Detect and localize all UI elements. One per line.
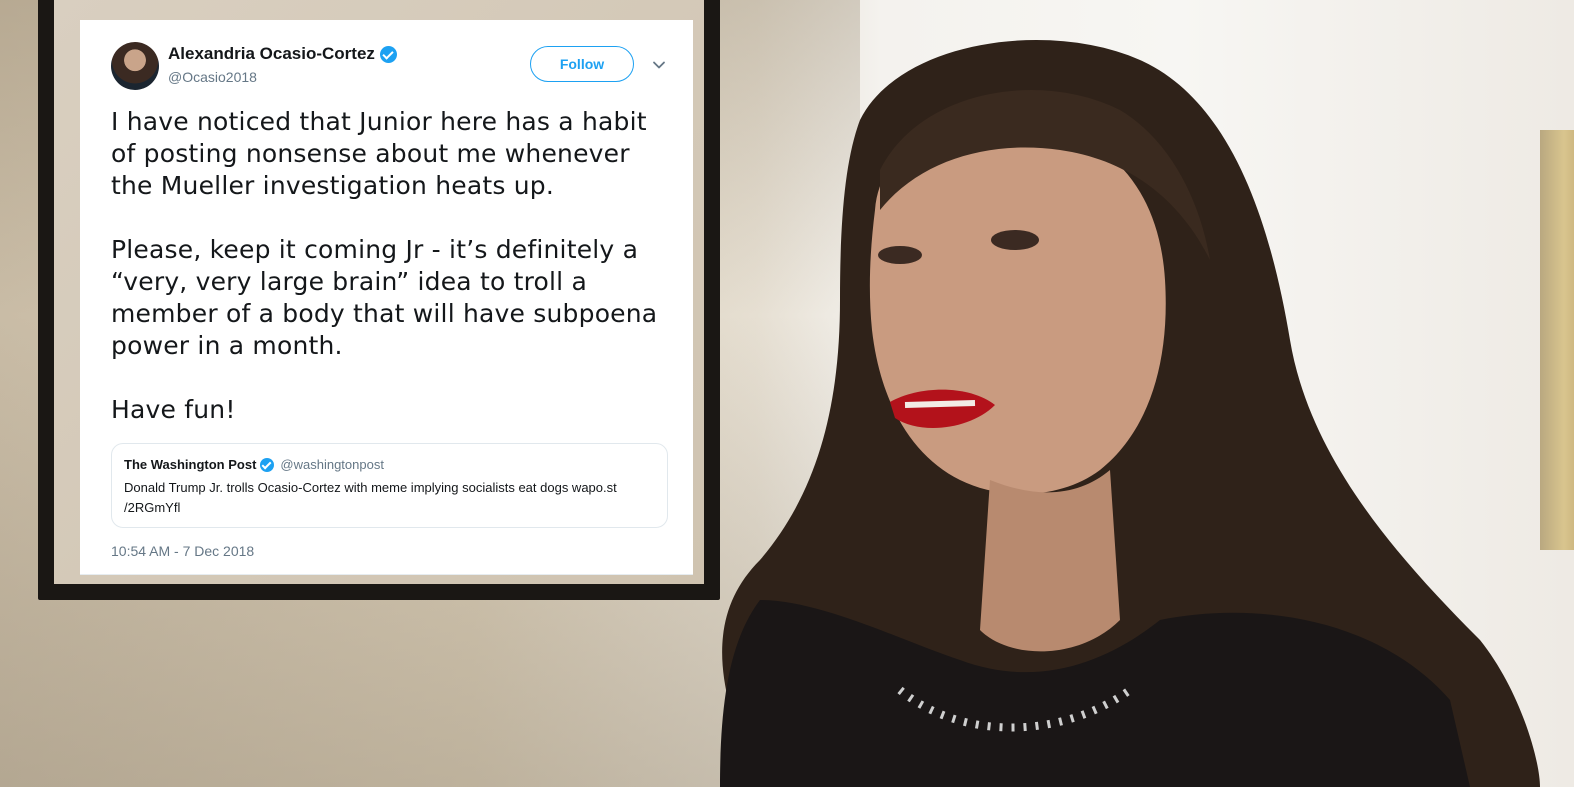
tweet-card: Alexandria Ocasio-Cortez @Ocasio2018 Fol… — [80, 20, 693, 575]
quoted-author-handle: @washingtonpost — [280, 457, 384, 472]
verified-badge-icon — [379, 45, 397, 63]
author-name-row[interactable]: Alexandria Ocasio-Cortez — [168, 44, 397, 64]
tweet-paragraph: I have noticed that Junior here has a ha… — [111, 107, 647, 200]
tweet-body: I have noticed that Junior here has a ha… — [111, 106, 676, 426]
follow-button[interactable]: Follow — [530, 46, 634, 82]
verified-badge-icon — [260, 457, 275, 472]
author-avatar[interactable] — [111, 42, 159, 90]
tweet-paragraph: Please, keep it coming Jr - it’s definit… — [111, 235, 658, 360]
tweet-timestamp[interactable]: 10:54 AM - 7 Dec 2018 — [111, 543, 254, 559]
divider — [80, 574, 693, 575]
author-display-name[interactable]: Alexandria Ocasio-Cortez — [168, 44, 375, 64]
author-handle[interactable]: @Ocasio2018 — [168, 69, 257, 85]
tweet-paragraph: Have fun! — [111, 395, 236, 424]
quoted-tweet[interactable]: The Washington Post @washingtonpost Dona… — [111, 443, 668, 528]
quoted-author-name: The Washington Post — [124, 457, 257, 472]
quoted-tweet-header: The Washington Post @washingtonpost — [124, 457, 655, 472]
chevron-down-icon[interactable] — [652, 58, 666, 72]
quoted-tweet-text: Donald Trump Jr. trolls Ocasio-Cortez wi… — [124, 480, 617, 515]
